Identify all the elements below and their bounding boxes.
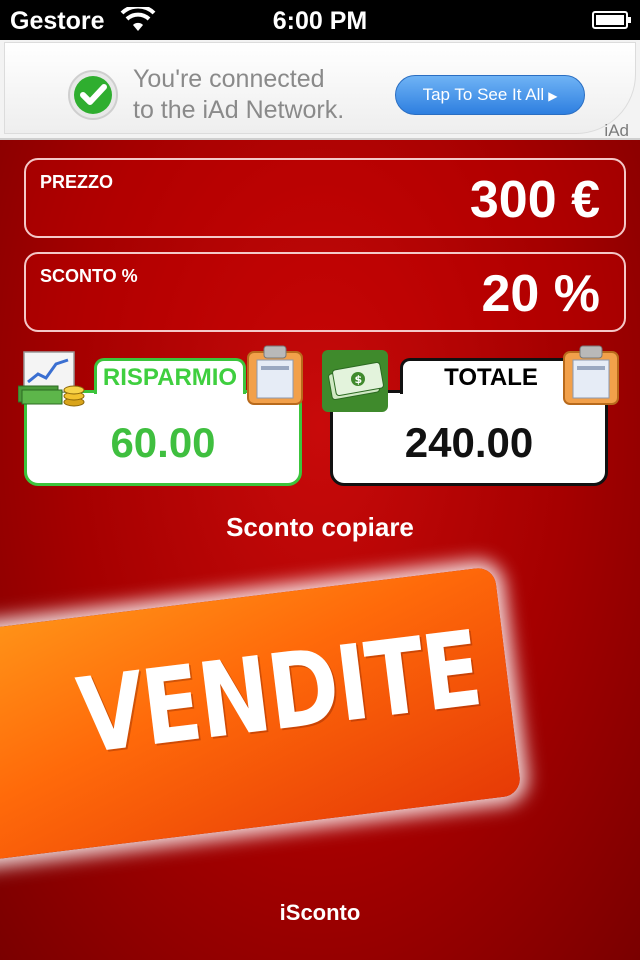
copy-risparmio-clipboard-icon[interactable]	[246, 344, 304, 406]
sconto-value[interactable]: 20 %	[481, 266, 600, 322]
iad-banner-body[interactable]: You're connected to the iAd Network. Tap…	[4, 42, 636, 140]
prezzo-value[interactable]: 300 €	[470, 172, 600, 228]
prezzo-label: PREZZO	[40, 172, 114, 192]
cash-icon: $	[322, 350, 388, 412]
iad-message: You're connected to the iAd Network.	[133, 64, 393, 126]
checkmark-icon	[68, 70, 118, 120]
svg-text:$: $	[355, 373, 363, 386]
iad-tag: iAd	[604, 121, 629, 140]
status-time: 6:00 PM	[272, 7, 368, 35]
totale-value: 240.00	[404, 419, 534, 466]
risparmio-header: RISPARMIO	[94, 358, 246, 394]
totale-header: TOTALE	[400, 358, 582, 394]
chevron-right-icon: ▶	[548, 89, 558, 103]
vendite-banner: VENDITE	[0, 566, 522, 868]
tap-to-see-it-all-button[interactable]: Tap To See It All ▶	[395, 75, 585, 115]
iad-message-line2: to the iAd Network.	[133, 96, 345, 124]
prezzo-field[interactable]: PREZZO 300 €	[24, 158, 626, 238]
iad-message-line1: You're connected	[133, 65, 325, 93]
vendite-text: VENDITE	[71, 607, 487, 778]
sconto-field[interactable]: SCONTO % 20 %	[24, 252, 626, 332]
status-bar: Gestore 6:00 PM	[0, 0, 640, 40]
sconto-label: SCONTO %	[40, 266, 138, 286]
cta-label: Tap To See It All	[422, 85, 545, 104]
main-panel: PREZZO 300 € SCONTO % 20 % 60.00 RISPARM…	[0, 140, 640, 960]
risparmio-value: 60.00	[110, 419, 216, 466]
copy-totale-clipboard-icon[interactable]	[562, 344, 620, 406]
battery-icon	[592, 11, 631, 29]
iad-banner[interactable]: You're connected to the iAd Network. Tap…	[0, 40, 640, 140]
app-name-footer: iSconto	[279, 900, 361, 925]
savings-chart-icon	[18, 351, 85, 407]
sconto-copiare-label[interactable]: Sconto copiare	[0, 512, 640, 543]
